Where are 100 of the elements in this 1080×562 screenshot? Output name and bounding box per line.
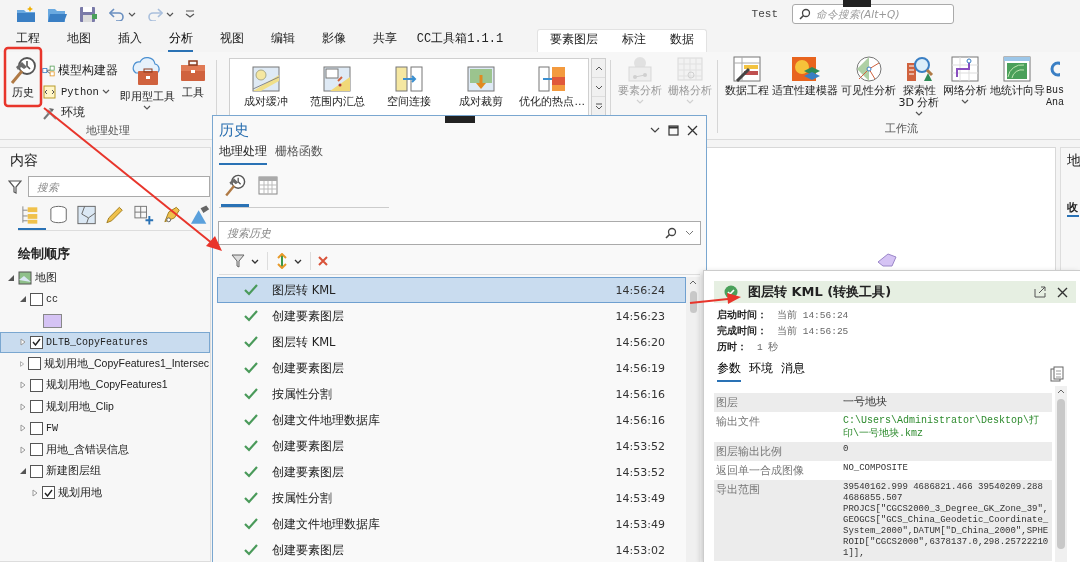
search-input[interactable]: 命令搜索(Alt+Q) — [816, 8, 946, 20]
search-field[interactable]: 搜索 — [28, 176, 210, 197]
triangle-icon[interactable] — [19, 467, 27, 476]
undo-icon[interactable] — [109, 7, 125, 21]
ribbon-button[interactable]: 模型构建器 — [42, 60, 118, 81]
panel-tab[interactable]: 环境 — [749, 360, 773, 382]
pane-tab[interactable]: 收 — [1067, 200, 1079, 217]
layer-row[interactable]: 用地_含错误信息 — [0, 439, 210, 461]
layer-row[interactable]: 新建图层组 — [0, 460, 210, 482]
filter-icon[interactable] — [8, 179, 22, 194]
caret-icon[interactable] — [915, 111, 923, 116]
new-project-icon[interactable] — [16, 5, 36, 23]
history-row[interactable]: 按属性分割 14:56:16 — [217, 381, 686, 407]
ribbon-button[interactable]: 网络分析 — [942, 55, 988, 104]
panel-tab[interactable]: 栅格函数 — [275, 143, 323, 165]
ribbon-button[interactable]: 地统计向导 — [989, 55, 1045, 97]
history-row[interactable]: 创建要素图层 14:53:02 — [217, 537, 686, 562]
command-search-field[interactable]: 命令搜索(Alt+Q) — [792, 4, 954, 24]
checkbox[interactable] — [28, 357, 42, 371]
drag-handle[interactable] — [843, 0, 871, 7]
maximize-icon[interactable] — [668, 124, 679, 136]
checkbox[interactable] — [30, 400, 43, 414]
ribbon-button[interactable]: 工具 — [176, 55, 210, 99]
panel-tab[interactable]: 地理处理 — [219, 143, 267, 165]
caret-icon[interactable] — [143, 105, 151, 110]
ribbon-button[interactable]: Python — [42, 81, 118, 102]
database-icon[interactable] — [48, 204, 70, 226]
ribbon-button[interactable]: 成对缓冲 — [230, 65, 302, 115]
layer-row[interactable]: cc — [0, 288, 210, 310]
close-icon[interactable] — [687, 124, 698, 136]
ribbon-tab[interactable]: 插入 — [104, 29, 155, 52]
ribbon-button[interactable]: Bus Ana — [1046, 55, 1065, 109]
ribbon-button[interactable]: 可见性分析 — [840, 55, 896, 97]
history-row[interactable]: 创建要素图层 14:56:23 — [217, 303, 686, 329]
caret-icon[interactable] — [101, 89, 110, 94]
pencil-icon[interactable] — [104, 204, 126, 226]
layer-row[interactable]: FW — [0, 417, 210, 439]
ribbon-button[interactable]: 空间连接 — [373, 65, 445, 115]
caret-icon[interactable] — [128, 11, 136, 17]
ribbon-tab[interactable]: 工程 — [2, 29, 53, 52]
search-input[interactable]: 搜索历史 — [225, 225, 657, 241]
customize-icon[interactable] — [185, 9, 195, 19]
triangle-icon[interactable] — [19, 295, 27, 304]
ribbon-tab[interactable]: 影像 — [308, 29, 359, 52]
ribbon-tab[interactable]: 分析 — [155, 29, 206, 52]
checkbox[interactable] — [30, 292, 43, 306]
history-row[interactable]: 创建要素图层 14:53:52 — [217, 459, 686, 485]
search-input[interactable]: 搜索 — [35, 179, 209, 194]
ribbon-button[interactable]: 即用型工具 — [118, 55, 176, 110]
caret-icon[interactable] — [961, 99, 969, 104]
ribbon-button[interactable]: 数据工程 — [724, 55, 770, 97]
checkbox[interactable] — [30, 421, 43, 435]
checkbox[interactable] — [30, 464, 43, 478]
history-row[interactable]: 创建文件地理数据库 14:56:16 — [217, 407, 686, 433]
ribbon-button[interactable]: 成对裁剪 — [444, 65, 517, 115]
checkbox[interactable] — [30, 378, 43, 392]
history-row[interactable]: 创建要素图层 14:53:52 — [217, 433, 686, 459]
scrollbar[interactable] — [686, 277, 700, 562]
ribbon-tab[interactable]: CC工具箱1.1.1 — [410, 29, 510, 52]
ribbon-button[interactable]: 历史 — [4, 55, 42, 99]
history-row[interactable]: 创建要素图层 14:56:19 — [217, 355, 686, 381]
checkbox[interactable] — [30, 443, 43, 457]
ribbon-button[interactable]: 适宜性建模器 — [771, 55, 839, 97]
paint-icon[interactable] — [188, 204, 210, 226]
copy-icon[interactable] — [1050, 366, 1064, 382]
layer-row[interactable]: DLTB_CopyFeatures — [0, 331, 210, 353]
triangle-icon[interactable] — [7, 273, 15, 282]
filter-button[interactable] — [229, 252, 261, 270]
open-external-icon[interactable] — [1034, 286, 1047, 298]
checkbox[interactable] — [30, 335, 43, 349]
history-row[interactable]: 图层转 KML 14:56:24 — [217, 277, 686, 303]
layer-row[interactable]: 规划用地_CopyFeatures1_Intersec — [0, 353, 210, 375]
history-row[interactable]: 按属性分割 14:53:49 — [217, 485, 686, 511]
grid-plus-icon[interactable] — [132, 204, 154, 226]
map-sheet-icon[interactable] — [76, 204, 98, 226]
search-icon[interactable] — [665, 227, 677, 239]
ribbon-tab[interactable]: 要素图层 — [538, 30, 610, 53]
ribbon-tab[interactable]: 数据 — [658, 30, 706, 53]
history-row[interactable]: 创建文件地理数据库 14:53:49 — [217, 511, 686, 537]
ribbon-button[interactable]: 环境 — [42, 102, 118, 123]
layer-row[interactable]: 规划用地_Clip — [0, 396, 210, 418]
caret-icon[interactable] — [650, 126, 660, 134]
panel-tab[interactable]: 参数 — [717, 360, 741, 382]
checkbox[interactable] — [42, 486, 55, 500]
layer-row[interactable]: 地图 — [0, 267, 210, 289]
scrollbar-thumb[interactable] — [1057, 399, 1065, 549]
caret-icon[interactable] — [685, 230, 694, 236]
search-field[interactable]: 搜索历史 — [218, 221, 701, 245]
ribbon-tab[interactable]: 编辑 — [257, 29, 308, 52]
drag-handle[interactable] — [445, 116, 475, 123]
sort-button[interactable] — [274, 251, 304, 271]
ribbon-tab[interactable]: 视图 — [206, 29, 257, 52]
save-icon[interactable] — [78, 5, 98, 23]
layer-row[interactable]: 规划用地_CopyFeatures1 — [0, 374, 210, 396]
ribbon-button[interactable]: 优化的热点… — [516, 65, 588, 115]
ribbon-tab[interactable]: 地图 — [53, 29, 104, 52]
ribbon-button[interactable]: 范围内汇总 — [301, 65, 374, 115]
ribbon-tab[interactable]: 标注 — [610, 30, 658, 53]
layer-row[interactable]: 规划用地 — [0, 482, 210, 504]
panel-tab[interactable]: 消息 — [781, 360, 805, 382]
